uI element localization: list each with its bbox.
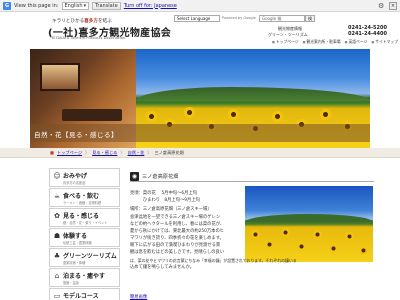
sidebar-item-souvenirs[interactable]: ☺ おみやげ 喜多方の名産品 bbox=[49, 168, 120, 187]
content-line: マワリが咲き誇り、四季折々の花を楽しめます。 bbox=[130, 236, 224, 241]
camera-icon: ◉ bbox=[130, 172, 139, 181]
hero-banner: 自然・花【見る・感じる】 bbox=[30, 49, 370, 148]
site-search-button[interactable]: 検 bbox=[305, 15, 315, 22]
translate-bar: G View this page in: English ▾ Translate … bbox=[0, 0, 400, 12]
breadcrumb-current: 三ノ倉高原花畑 bbox=[154, 150, 184, 155]
gear-icon[interactable]: ⚙ bbox=[378, 2, 386, 10]
translate-language-select[interactable]: English ▾ bbox=[61, 1, 90, 10]
clover-icon: ♣ bbox=[53, 252, 61, 260]
hero-caption: 自然・花【見る・感じる】 bbox=[34, 131, 118, 139]
sidebar-item-eat-drink[interactable]: ☕ 食べる・飲む ラーメン・酒蔵・名物料理 bbox=[49, 188, 120, 207]
house-icon: ☗ bbox=[53, 232, 61, 240]
header-link-info[interactable]: 観光案内所・駐車場 bbox=[303, 39, 340, 45]
sidebar-item-see-feel[interactable]: ✿ 見る・感じる 蔵・自然・花・祭り・イベント bbox=[49, 208, 120, 227]
translate-button[interactable]: Translate bbox=[92, 1, 121, 10]
header-link-top[interactable]: トップページ bbox=[272, 39, 299, 45]
sidebar-item-experience[interactable]: ☗ 体験する 伝統工芸・農業体験 bbox=[49, 228, 120, 247]
powered-by-google: Powered by Google bbox=[222, 16, 256, 20]
content-line: 見頃：菜の花 5月中旬～6月上旬 bbox=[130, 191, 197, 196]
sunflower-field-photo bbox=[245, 186, 373, 262]
content-line: 夏から秋にかけては、東北最大の約250万本のヒ bbox=[130, 229, 225, 234]
content-link[interactable]: 簡易画像 bbox=[130, 294, 147, 300]
sidebar-item-stay[interactable]: ⌂ 泊まる・癒やす 旅館・温泉 bbox=[49, 268, 120, 287]
breadcrumb: ■ トップページ 〉 見る・感じる 〉 自然・花 〉 三ノ倉高原花畑 bbox=[50, 150, 184, 156]
home-icon: ■ bbox=[50, 150, 54, 155]
content-line: などの約ヘクタールを利用し、春には菜の花が、 bbox=[130, 222, 225, 227]
sidebar-item-model-course[interactable]: ▭ モデルコース bbox=[49, 288, 120, 300]
breadcrumb-home[interactable]: トップページ bbox=[57, 150, 82, 156]
content-title: 三ノ倉高原花畑 bbox=[142, 174, 179, 180]
content-line: ひまわり 8月上旬～9月上旬 bbox=[130, 198, 200, 203]
content-title-bar: ◉ 三ノ倉高原花畑 bbox=[130, 172, 374, 182]
chevron-down-icon: ▾ bbox=[83, 2, 87, 9]
course-icon: ▭ bbox=[53, 292, 61, 300]
smile-icon: ☺ bbox=[53, 172, 61, 180]
content-line: 場所：三ノ倉高原花畑（三ノ倉スキー場） bbox=[130, 207, 212, 212]
translate-prompt: View this page in: bbox=[14, 2, 59, 9]
header-link-sitemap[interactable]: サイトマップ bbox=[371, 39, 398, 45]
site-header: キラリとひかる喜多方を結ぶ (一社)喜多方観光物産協会 KITAKATA Tou… bbox=[0, 12, 400, 48]
breadcrumb-nature-flowers[interactable]: 自然・花 bbox=[128, 150, 145, 156]
content-line: 観は息を飲むほどの美しさです。見晴らしの良い bbox=[130, 250, 225, 255]
sidebar-item-green-tourism[interactable]: ♣ グリーンツーリズム 農家民宿・体験 bbox=[49, 248, 120, 267]
tel-green-number: 0241-24-4400 bbox=[348, 31, 387, 37]
language-select[interactable]: Select Language bbox=[174, 15, 220, 22]
content-line: は、菜の花やヒマワリの花言葉にちなみ「幸福の鐘」が設置されております。それぞれの… bbox=[130, 258, 297, 263]
content-line: 込めて鐘を鳴らしてみませんか。 bbox=[130, 265, 195, 270]
content-line: 会津盆地を一望できる三ノ倉スキー場のゲレン bbox=[130, 215, 221, 220]
content-line: 眼下に広がる田ので満喫ひまわりが見渡せる景 bbox=[130, 243, 221, 248]
site-logo-english: KITAKATA Tourism Products Association bbox=[52, 36, 126, 40]
sidebar-menu: ☺ おみやげ 喜多方の名産品 ☕ 食べる・飲む ラーメン・酒蔵・名物料理 ✿ 見… bbox=[49, 168, 120, 300]
tel-green-label: グリーン・ツーリズム bbox=[268, 32, 308, 37]
inn-icon: ⌂ bbox=[54, 272, 60, 280]
header-link-english[interactable]: 英語ページ bbox=[345, 39, 367, 45]
google-translate-icon: G bbox=[3, 1, 11, 10]
turn-off-translate-link[interactable]: Turn off for: Japanese bbox=[124, 3, 177, 9]
flower-icon: ✿ bbox=[54, 212, 60, 220]
close-icon[interactable]: × bbox=[389, 2, 397, 10]
page: G View this page in: English ▾ Translate … bbox=[0, 0, 400, 300]
header-links: トップページ 観光案内所・駐車場 英語ページ サイトマップ bbox=[210, 39, 398, 45]
breadcrumb-see-feel[interactable]: 見る・感じる bbox=[92, 150, 117, 156]
site-search-input[interactable]: Google 検 bbox=[259, 15, 305, 22]
cup-icon: ☕ bbox=[53, 192, 61, 200]
